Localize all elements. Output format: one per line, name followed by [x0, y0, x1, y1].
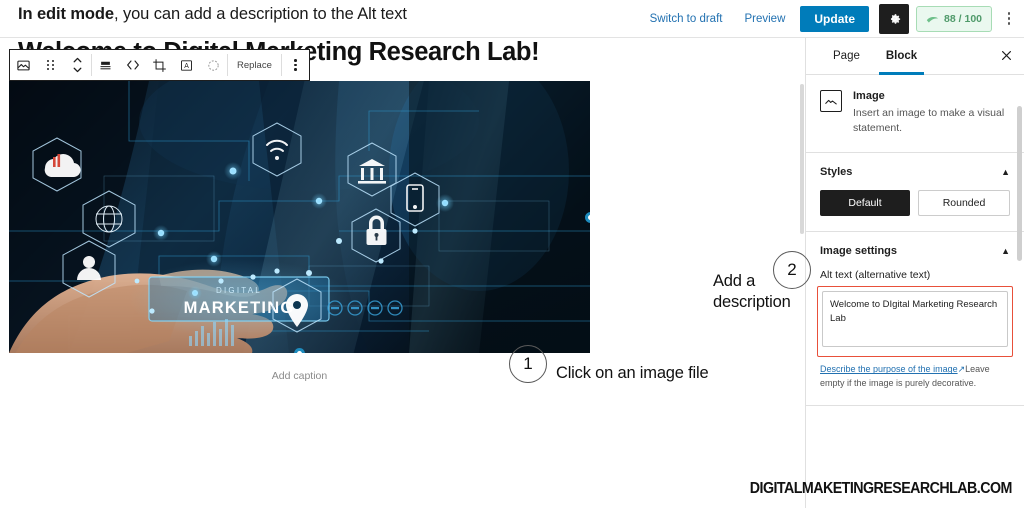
editor-scrollbar[interactable] [800, 84, 804, 234]
sidebar-scrollbar[interactable] [1017, 106, 1022, 261]
instruction-text: In edit mode, you can add a description … [18, 5, 407, 24]
styles-section-header[interactable]: Styles ▲ [806, 153, 1024, 190]
image-settings-section: Image settings ▲ Alt text (alternative t… [806, 232, 1024, 407]
gear-icon [890, 14, 900, 24]
annotation-label-2: Add a description [713, 272, 791, 312]
crop-icon [153, 58, 166, 72]
chevron-up-icon-2: ▲ [1001, 246, 1010, 257]
instruction-rest: , you can add a description to the Alt t… [113, 5, 407, 23]
seo-check-icon [926, 16, 939, 23]
image-settings-header[interactable]: Image settings ▲ [806, 232, 1024, 269]
describe-image-link[interactable]: Describe the purpose of the image [820, 364, 958, 374]
sidebar-tabs: Page Block [806, 38, 1024, 75]
block-toolbar: A Replace [9, 49, 310, 81]
image-overlay-title: MARKETING [184, 299, 295, 317]
seo-score-value: 88 / 100 [944, 12, 982, 25]
image-block-icon-wrap [820, 90, 842, 112]
image-resize-handle-right[interactable] [585, 211, 590, 223]
external-link-icon: ↗ [957, 364, 966, 375]
image-block[interactable]: DIGITAL MARKETING [9, 81, 590, 353]
drag-handle-button[interactable] [37, 50, 64, 80]
block-settings-sidebar: Page Block Image Insert an image to make… [805, 38, 1024, 508]
close-icon [1002, 51, 1011, 60]
style-option-default[interactable]: Default [820, 190, 910, 217]
editor-options-button[interactable] [1000, 12, 1018, 25]
crop-button[interactable] [146, 50, 173, 80]
instruction-bold: In edit mode [18, 5, 114, 23]
alt-text-highlight [817, 286, 1013, 358]
add-text-over-image-icon: A [181, 59, 192, 71]
alt-text-help: Describe the purpose of the image↗Leave … [806, 357, 1024, 391]
duotone-filter-button[interactable] [200, 50, 227, 80]
block-more-options-button[interactable] [282, 50, 309, 80]
styles-heading: Styles [820, 166, 853, 179]
kebab-vertical-icon [294, 59, 297, 71]
annotation-label-1: Click on an image file [556, 364, 709, 382]
settings-gear-button[interactable] [879, 3, 910, 34]
image-settings-heading: Image settings [820, 245, 898, 258]
editor-admin-bar: Switch to draft Preview Update 88 / 100 [639, 0, 1024, 37]
image-caption-placeholder[interactable]: Add caption [9, 370, 590, 382]
block-description: Insert an image to make a visual stateme… [853, 107, 1005, 135]
drag-handle-icon [46, 59, 55, 71]
link-button[interactable] [119, 50, 146, 80]
block-type-button[interactable] [10, 50, 37, 80]
block-info-card: Image Insert an image to make a visual s… [806, 75, 1024, 154]
styles-options: Default Rounded [806, 190, 1024, 233]
tab-block[interactable]: Block [873, 38, 930, 75]
image-block-icon [825, 99, 837, 105]
screenshot-root: In edit mode, you can add a description … [0, 0, 1024, 508]
block-title: Image [853, 90, 885, 102]
annotation-marker-1: 1 [509, 345, 547, 383]
style-option-rounded[interactable]: Rounded [918, 190, 1010, 217]
link-icon [126, 60, 139, 70]
alt-text-input[interactable] [822, 291, 1008, 348]
tab-page[interactable]: Page [820, 38, 873, 75]
move-block-button[interactable] [64, 50, 91, 80]
featured-image: DIGITAL MARKETING [9, 81, 590, 353]
switch-to-draft-link[interactable]: Switch to draft [639, 13, 734, 25]
preview-link[interactable]: Preview [733, 13, 796, 25]
replace-button[interactable]: Replace [228, 50, 281, 80]
text-over-image-button[interactable]: A [173, 50, 200, 80]
align-button[interactable] [92, 50, 119, 80]
chevron-up-icon: ▲ [1001, 167, 1010, 178]
seo-score-badge[interactable]: 88 / 100 [916, 5, 992, 32]
close-sidebar-button[interactable] [1001, 49, 1012, 63]
duotone-filter-icon [208, 59, 219, 71]
alt-text-label: Alt text (alternative text) [820, 269, 931, 282]
align-icon [100, 61, 111, 69]
watermark-text: DIGITALMAKETINGRESEARCHLAB.COM [749, 480, 1013, 497]
move-up-down-icon [73, 57, 82, 73]
image-overlay-subtitle: DIGITAL [216, 286, 262, 295]
svg-text:A: A [184, 63, 189, 70]
update-button[interactable]: Update [800, 5, 870, 32]
image-resize-handle-bottom[interactable] [294, 348, 305, 353]
image-block-icon [17, 60, 30, 70]
